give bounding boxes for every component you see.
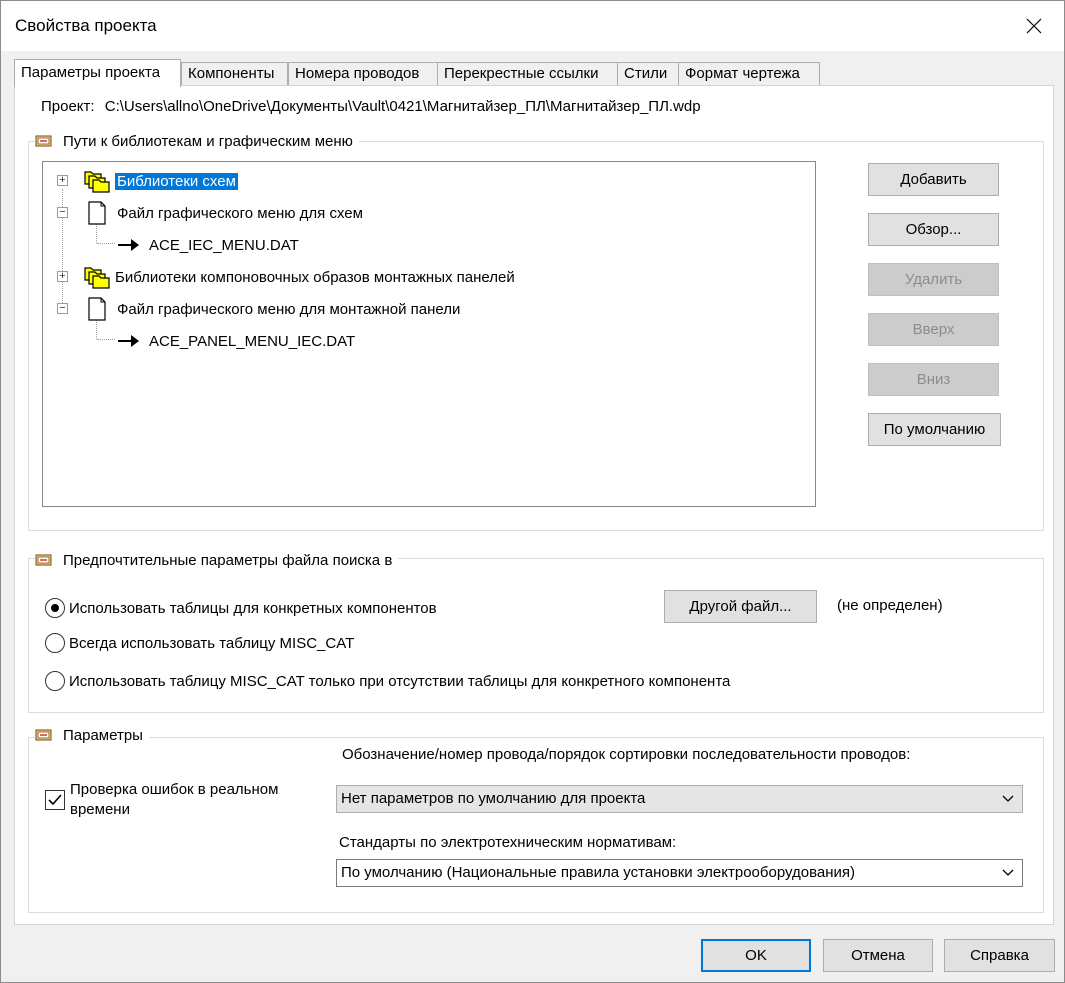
radio-misc-cat-fallback[interactable]: Использовать таблицу MISC_CAT только при…	[45, 670, 730, 692]
tree-item-label: Библиотеки схем	[115, 172, 238, 190]
default-button[interactable]: По умолчанию	[868, 413, 1001, 446]
chevron-down-icon	[1002, 869, 1014, 876]
radio-label: Использовать таблицы для конкретных комп…	[69, 599, 437, 617]
radio-button[interactable]	[45, 633, 65, 653]
search-preferences-title: Предпочтительные параметры файла поиска …	[63, 551, 393, 569]
other-file-button[interactable]: Другой файл...	[664, 590, 817, 623]
realtime-check-label-line1: Проверка ошибок в реальном	[70, 781, 279, 798]
project-properties-dialog: Свойства проекта Параметры проекта Компо…	[0, 0, 1065, 983]
search-preferences-header: Предпочтительные параметры файла поиска …	[35, 549, 399, 571]
realtime-check-label-line2: времени	[70, 801, 130, 818]
libraries-group-title: Пути к библиотекам и графическим меню	[63, 132, 353, 150]
tab-wire-numbers[interactable]: Номера проводов	[288, 62, 438, 86]
help-button[interactable]: Справка	[944, 939, 1055, 972]
collapse-button[interactable]: −	[57, 207, 68, 218]
delete-button[interactable]: Удалить	[868, 263, 999, 296]
expand-button[interactable]: +	[57, 175, 68, 186]
tree-item-label: Файл графического меню для схем	[117, 204, 363, 222]
tab-project-settings[interactable]: Параметры проекта	[14, 59, 181, 87]
radio-specific-tables[interactable]: Использовать таблицы для конкретных комп…	[45, 597, 437, 619]
collapse-button[interactable]: −	[57, 303, 68, 314]
tree-item-iec-menu-file[interactable]: ACE_IEC_MENU.DAT	[117, 231, 299, 259]
folder-stack-icon	[84, 267, 110, 289]
wire-sort-dropdown[interactable]: Нет параметров по умолчанию для проекта	[336, 785, 1023, 813]
group-settings-icon	[35, 135, 52, 147]
document-icon	[88, 201, 106, 225]
group-settings-icon	[35, 554, 52, 566]
tree-item-panel-menu[interactable]: Файл графического меню для монтажной пан…	[83, 295, 460, 323]
wire-sort-label: Обозначение/номер провода/порядок сортир…	[342, 746, 911, 763]
close-icon	[1026, 18, 1042, 34]
radio-always-misc-cat[interactable]: Всегда использовать таблицу MISC_CAT	[45, 632, 354, 654]
library-tree[interactable]: + Библиотеки схем − Файл графического ме…	[42, 161, 816, 507]
window-title: Свойства проекта	[15, 16, 157, 35]
tree-item-label: ACE_PANEL_MENU_IEC.DAT	[149, 332, 356, 350]
group-settings-icon	[35, 729, 52, 741]
arrow-icon	[118, 239, 139, 251]
tab-components[interactable]: Компоненты	[181, 62, 288, 86]
tree-item-label: Файл графического меню для монтажной пан…	[117, 300, 461, 318]
browse-button[interactable]: Обзор...	[868, 213, 999, 246]
tab-drawing-format[interactable]: Формат чертежа	[678, 62, 820, 86]
arrow-icon	[118, 335, 139, 347]
title-bar: Свойства проекта	[1, 1, 1064, 51]
checkmark-icon	[48, 794, 62, 806]
document-icon	[88, 297, 106, 321]
close-button[interactable]	[1004, 1, 1064, 51]
expand-button[interactable]: +	[57, 271, 68, 282]
project-label: Проект:	[41, 98, 95, 115]
tree-item-schematic-menu[interactable]: Файл графического меню для схем	[83, 199, 363, 227]
other-file-status: (не определен)	[837, 597, 943, 614]
radio-button-checked[interactable]	[45, 598, 65, 618]
tree-item-panel-menu-file[interactable]: ACE_PANEL_MENU_IEC.DAT	[117, 327, 355, 355]
realtime-check-checkbox[interactable]	[45, 790, 65, 810]
tree-item-label: ACE_IEC_MENU.DAT	[149, 236, 299, 254]
wire-sort-value: Нет параметров по умолчанию для проекта	[341, 790, 646, 807]
standards-label: Стандарты по электротехническим норматив…	[339, 834, 677, 851]
tab-cross-references[interactable]: Перекрестные ссылки	[437, 62, 618, 86]
parameters-header: Параметры	[35, 724, 149, 746]
move-up-button[interactable]: Вверх	[868, 313, 999, 346]
parameters-title: Параметры	[63, 726, 143, 744]
folder-stack-icon	[84, 171, 110, 193]
tree-item-label: Библиотеки компоновочных образов монтажн…	[115, 268, 515, 286]
standards-value: По умолчанию (Национальные правила устан…	[341, 864, 856, 881]
tab-styles[interactable]: Стили	[617, 62, 679, 86]
radio-label: Использовать таблицу MISC_CAT только при…	[69, 672, 731, 690]
standards-dropdown[interactable]: По умолчанию (Национальные правила устан…	[336, 859, 1023, 887]
cancel-button[interactable]: Отмена	[823, 939, 933, 972]
radio-label: Всегда использовать таблицу MISC_CAT	[69, 634, 355, 652]
project-path: C:\Users\allno\OneDrive\Документы\Vault\…	[104, 98, 701, 115]
libraries-group-header: Пути к библиотекам и графическим меню	[35, 130, 359, 152]
move-down-button[interactable]: Вниз	[868, 363, 999, 396]
chevron-down-icon	[1002, 795, 1014, 802]
radio-button[interactable]	[45, 671, 65, 691]
add-button[interactable]: Добавить	[868, 163, 999, 196]
tree-item-panel-libraries[interactable]: Библиотеки компоновочных образов монтажн…	[83, 263, 515, 291]
project-path-line: Проект: C:\Users\allno\OneDrive\Документ…	[41, 98, 701, 115]
ok-button[interactable]: OK	[701, 939, 811, 972]
tree-item-schematic-libraries[interactable]: Библиотеки схем	[83, 167, 238, 195]
